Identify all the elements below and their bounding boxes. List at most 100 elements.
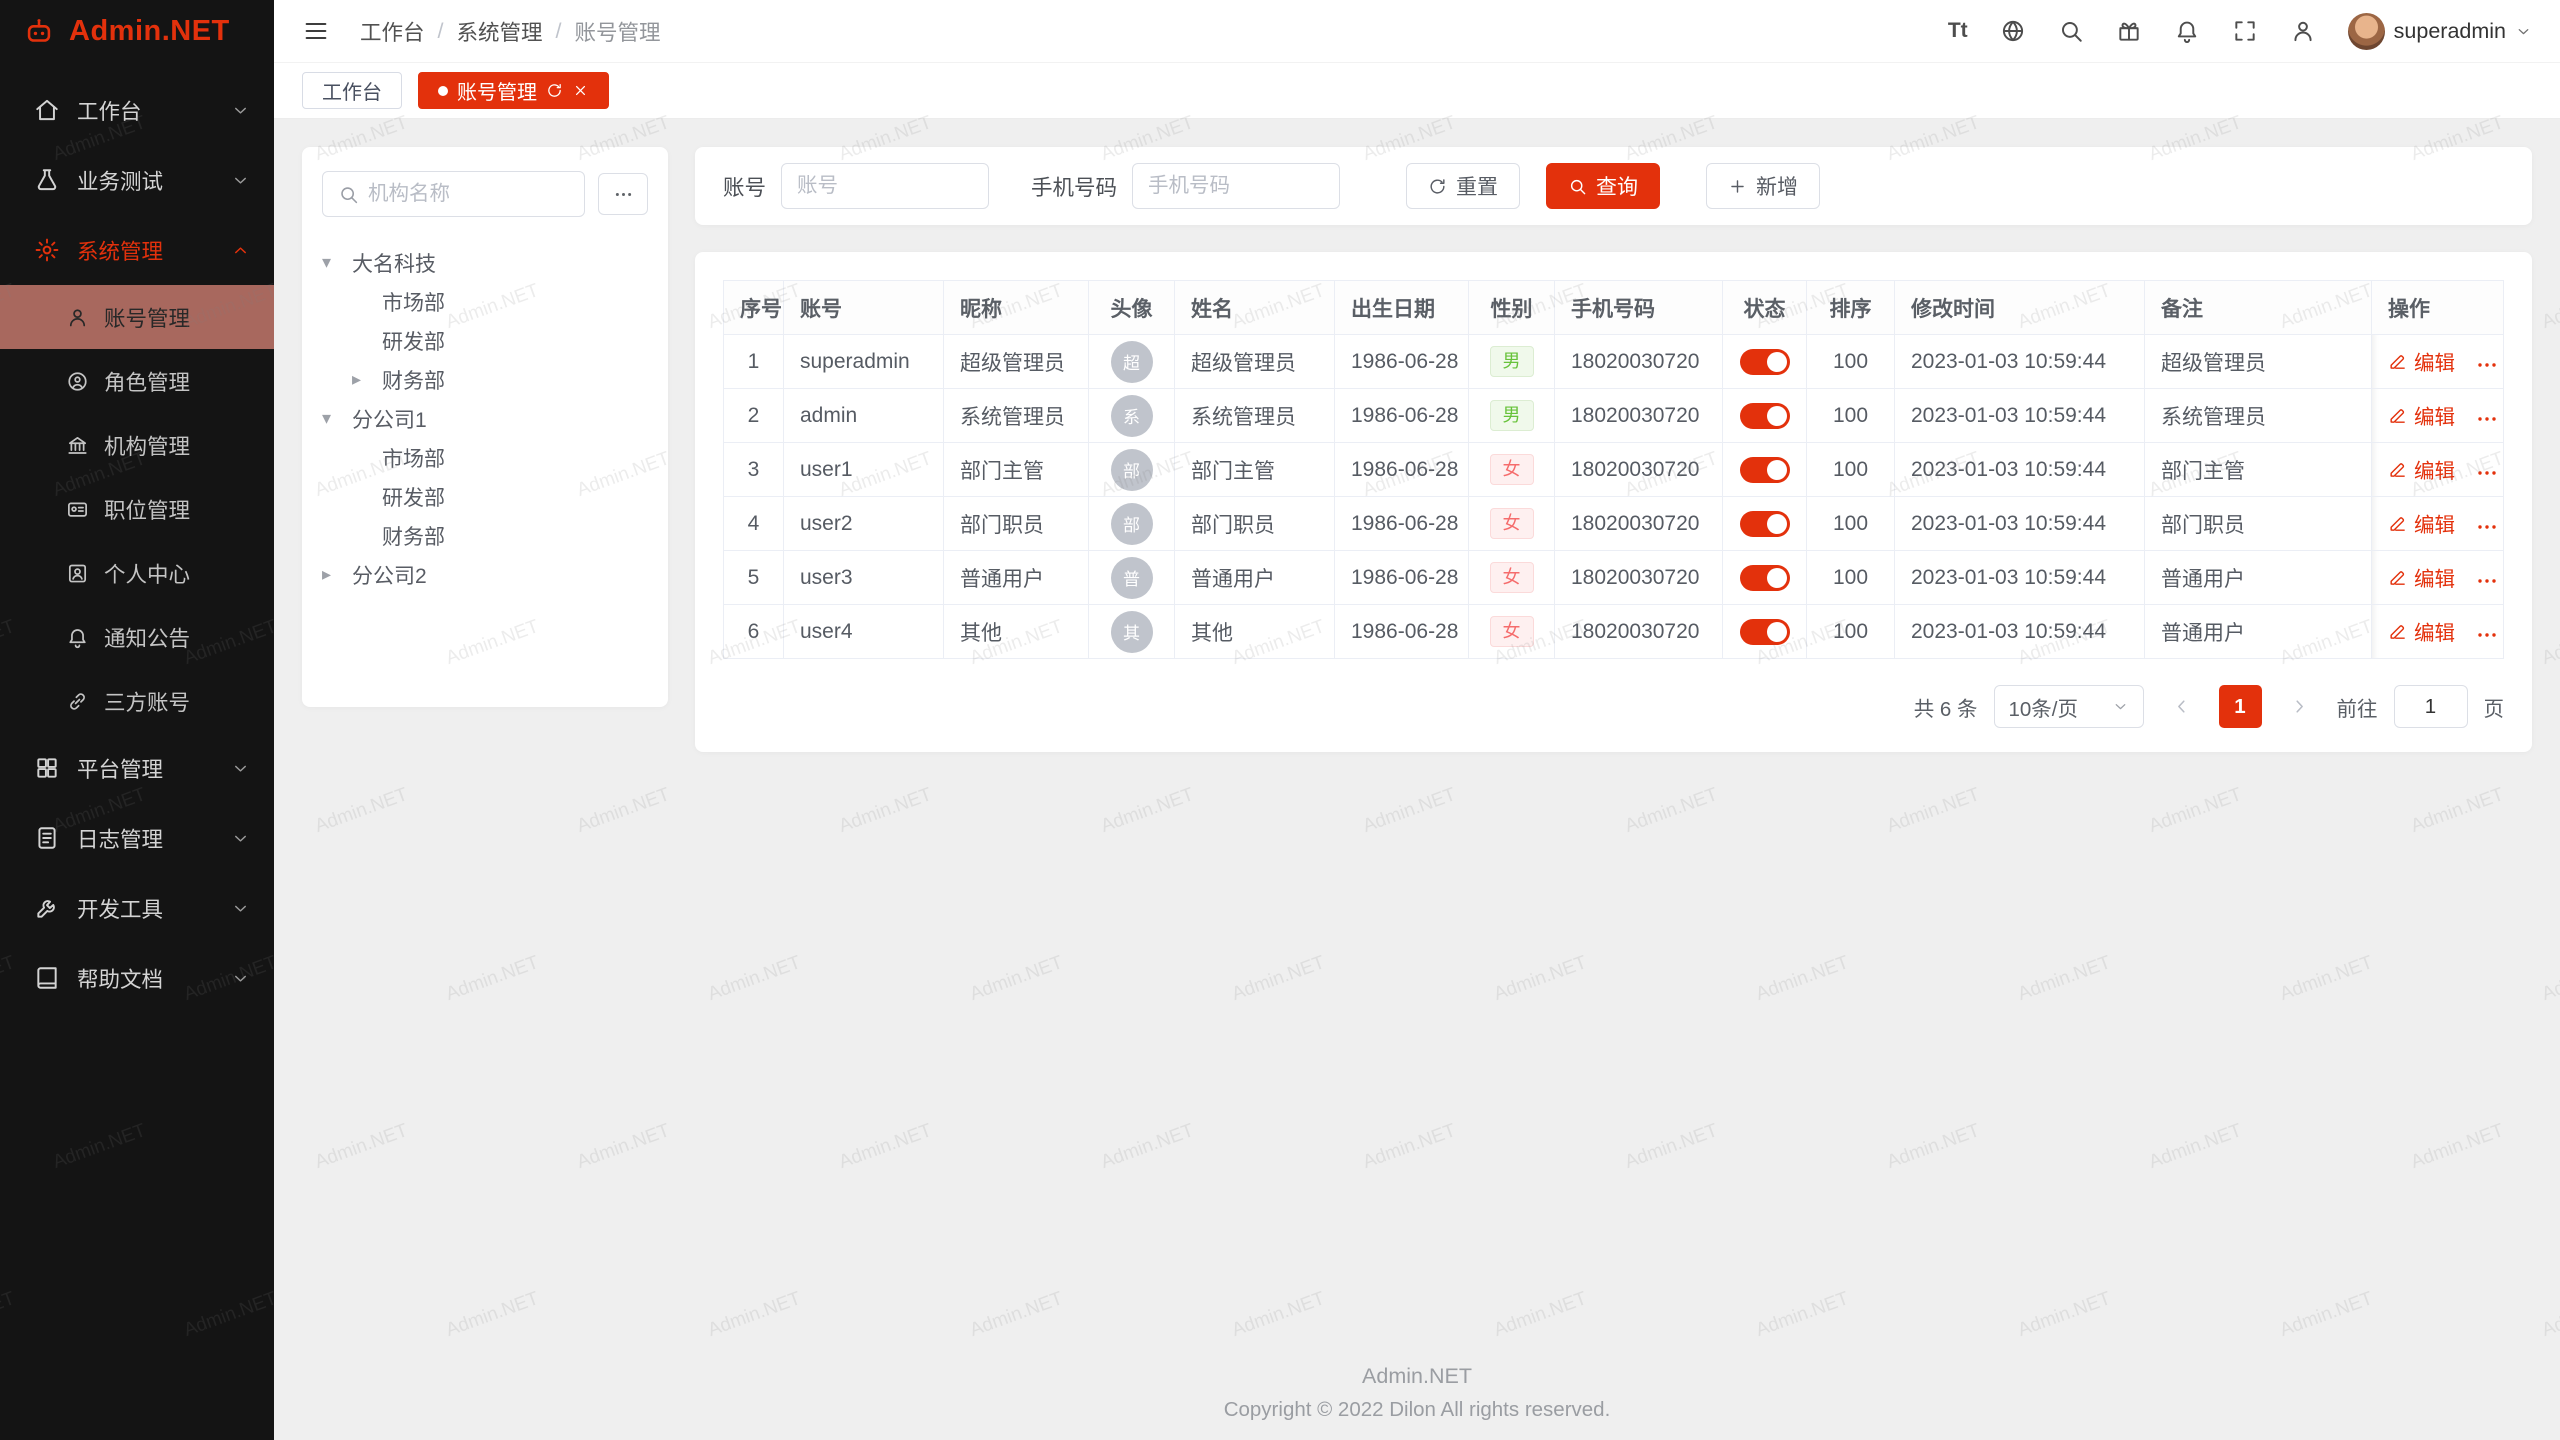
- next-page-button[interactable]: [2278, 685, 2321, 728]
- phone-field[interactable]: [1132, 163, 1340, 209]
- tree-caret-icon[interactable]: ▾: [322, 408, 352, 429]
- row-more-button[interactable]: [2475, 623, 2499, 647]
- edit-button[interactable]: 编辑: [2388, 562, 2455, 592]
- cell-actions: 编辑: [2372, 443, 2504, 497]
- tree-caret-icon[interactable]: ▸: [322, 564, 352, 585]
- sidebar-subitem-role[interactable]: 角色管理: [0, 349, 274, 413]
- status-toggle[interactable]: [1740, 619, 1790, 645]
- tab-refresh-icon[interactable]: [546, 82, 563, 99]
- cell-actions: 编辑: [2372, 389, 2504, 443]
- cell-remark: 部门职员: [2145, 497, 2372, 551]
- org-search-field[interactable]: [322, 171, 585, 217]
- theme-icon[interactable]: [2116, 18, 2142, 44]
- tree-caret-icon[interactable]: ▾: [322, 252, 352, 273]
- status-toggle[interactable]: [1740, 565, 1790, 591]
- cell-index: 3: [724, 443, 784, 497]
- search-icon[interactable]: [2058, 18, 2084, 44]
- link-icon: [66, 690, 89, 713]
- page-number-current[interactable]: 1: [2219, 685, 2262, 728]
- status-toggle[interactable]: [1740, 457, 1790, 483]
- tree-caret-icon[interactable]: ▸: [352, 369, 382, 390]
- notification-bell-icon[interactable]: [2174, 18, 2200, 44]
- sidebar-subitem-position[interactable]: 职位管理: [0, 477, 274, 541]
- search-button[interactable]: 查询: [1546, 163, 1660, 209]
- cell-status: [1723, 443, 1807, 497]
- row-more-button[interactable]: [2475, 407, 2499, 431]
- sidebar-item-help[interactable]: 帮助文档: [0, 943, 274, 1013]
- sidebar-item-logs[interactable]: 日志管理: [0, 803, 274, 873]
- user-menu[interactable]: superadmin: [2348, 13, 2532, 50]
- sidebar-subitem-notice[interactable]: 通知公告: [0, 605, 274, 669]
- breadcrumb-item[interactable]: 系统管理: [457, 16, 543, 47]
- user-icon[interactable]: [2290, 18, 2316, 44]
- edit-button[interactable]: 编辑: [2388, 616, 2455, 646]
- status-toggle[interactable]: [1740, 349, 1790, 375]
- avatar: 普: [1111, 557, 1153, 599]
- status-toggle[interactable]: [1740, 403, 1790, 429]
- row-more-button[interactable]: [2475, 461, 2499, 485]
- cell-actions: 编辑: [2372, 335, 2504, 389]
- tab-workbench[interactable]: 工作台: [302, 72, 402, 109]
- pagination: 共 6 条 10条/页 1 前往 页: [723, 685, 2504, 728]
- status-toggle[interactable]: [1740, 511, 1790, 537]
- edit-button[interactable]: 编辑: [2388, 454, 2455, 484]
- edit-button[interactable]: 编辑: [2388, 400, 2455, 430]
- tree-node[interactable]: ▾分公司1: [322, 399, 648, 438]
- breadcrumb-item[interactable]: 工作台: [360, 16, 425, 47]
- font-size-icon[interactable]: Tt: [1948, 19, 1968, 43]
- row-more-button[interactable]: [2475, 515, 2499, 539]
- cell-status: [1723, 551, 1807, 605]
- logo-text: Admin.NET: [69, 15, 230, 48]
- column-header: 序号: [724, 281, 784, 335]
- phone-input[interactable]: [1148, 174, 1324, 198]
- sidebar-item-platform[interactable]: 平台管理: [0, 733, 274, 803]
- account-input[interactable]: [797, 174, 973, 198]
- main-content: ▾大名科技市场部研发部▸财务部▾分公司1市场部研发部财务部▸分公司2 账号 手机…: [274, 119, 2560, 1440]
- reset-button[interactable]: 重置: [1406, 163, 1520, 209]
- org-search-input[interactable]: [368, 182, 569, 206]
- prev-page-button[interactable]: [2160, 685, 2203, 728]
- pagination-total: 共 6 条: [1914, 692, 1978, 722]
- tree-node[interactable]: 市场部: [322, 438, 648, 477]
- sidebar-item-business-test[interactable]: 业务测试: [0, 145, 274, 215]
- tree-node[interactable]: 研发部: [322, 477, 648, 516]
- cell-avatar: 部: [1089, 497, 1175, 551]
- page-size-select[interactable]: 10条/页: [1994, 685, 2144, 728]
- sidebar-item-system[interactable]: 系统管理: [0, 215, 274, 285]
- edit-button[interactable]: 编辑: [2388, 508, 2455, 538]
- tree-node[interactable]: ▾大名科技: [322, 243, 648, 282]
- menu-collapse-icon[interactable]: [302, 17, 330, 45]
- sidebar-subitem-account[interactable]: 账号管理: [0, 285, 274, 349]
- tree-node[interactable]: 财务部: [322, 516, 648, 555]
- cell-phone: 18020030720: [1555, 335, 1723, 389]
- edit-button-label: 编辑: [2414, 508, 2455, 538]
- sidebar-item-devtools[interactable]: 开发工具: [0, 873, 274, 943]
- sidebar-subitem-profile[interactable]: 个人中心: [0, 541, 274, 605]
- tree-node[interactable]: ▸分公司2: [322, 555, 648, 594]
- row-more-button[interactable]: [2475, 569, 2499, 593]
- phone-label: 手机号码: [1031, 171, 1117, 202]
- cell-modified-time: 2023-01-03 10:59:44: [1895, 605, 2145, 659]
- chevron-up-icon: [231, 241, 250, 260]
- tree-node[interactable]: ▸财务部: [322, 360, 648, 399]
- tab-account-management[interactable]: 账号管理: [418, 72, 609, 109]
- cell-index: 6: [724, 605, 784, 659]
- tree-node[interactable]: 研发部: [322, 321, 648, 360]
- row-more-button[interactable]: [2475, 353, 2499, 377]
- sidebar-subitem-label: 角色管理: [104, 366, 274, 397]
- sidebar-item-workbench[interactable]: 工作台: [0, 75, 274, 145]
- fullscreen-icon[interactable]: [2232, 18, 2258, 44]
- sidebar-subitem-thirdparty[interactable]: 三方账号: [0, 669, 274, 733]
- sidebar-item-label: 业务测试: [77, 165, 231, 196]
- query-bar: 账号 手机号码 重置 查询 新增: [695, 147, 2532, 225]
- add-button[interactable]: 新增: [1706, 163, 1820, 209]
- tree-more-button[interactable]: [598, 173, 648, 215]
- sidebar-subitem-org[interactable]: 机构管理: [0, 413, 274, 477]
- edit-button-label: 编辑: [2414, 400, 2455, 430]
- edit-button[interactable]: 编辑: [2388, 346, 2455, 376]
- goto-page-input[interactable]: [2394, 685, 2468, 728]
- tree-node[interactable]: 市场部: [322, 282, 648, 321]
- account-field[interactable]: [781, 163, 989, 209]
- language-icon[interactable]: [2000, 18, 2026, 44]
- tab-close-icon[interactable]: [572, 82, 589, 99]
